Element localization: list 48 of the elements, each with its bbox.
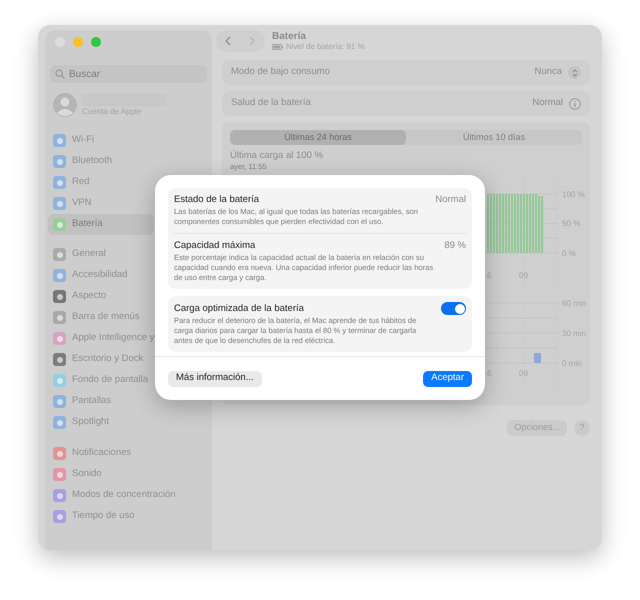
sidebar-item[interactable]: Modos de concentración xyxy=(48,485,181,506)
sidebar-item[interactable]: Barra de menús xyxy=(48,307,154,328)
battery-icon xyxy=(272,44,283,50)
setting-title: Carga optimizada de la batería xyxy=(174,302,305,314)
accept-button[interactable]: Aceptar xyxy=(423,370,472,386)
page-title: Batería xyxy=(272,30,307,42)
search-field[interactable]: Buscar xyxy=(50,65,207,83)
sidebar-item[interactable]: Wi-Fi xyxy=(48,130,154,151)
setting-value: 89 % xyxy=(444,240,466,252)
row-label: Modo de bajo consumo xyxy=(231,65,331,80)
more-info-button[interactable]: Más información... xyxy=(168,370,262,386)
search-icon xyxy=(55,69,65,79)
row-label: Salud de la batería xyxy=(231,96,312,110)
sidebar-item[interactable]: Accesibilidad xyxy=(48,265,154,286)
popup-value[interactable]: Nunca xyxy=(534,65,562,80)
search-input[interactable]: Buscar xyxy=(69,66,199,82)
stepper-button[interactable] xyxy=(568,66,581,79)
battery-level-bars-drawing xyxy=(487,194,543,253)
chevron-right-icon xyxy=(249,36,255,46)
sidebar-item[interactable]: Red xyxy=(48,172,154,193)
info-icon xyxy=(569,98,581,110)
help-button[interactable]: ? xyxy=(574,420,590,436)
sidebar-item[interactable]: VPN xyxy=(48,193,154,214)
sidebar-item[interactable]: Bluetooth xyxy=(48,151,154,172)
sidebar-item[interactable]: Escritorio y Dock xyxy=(48,349,154,370)
sidebar-item[interactable]: Sonido xyxy=(48,464,107,485)
window-control-button[interactable] xyxy=(73,37,83,47)
sidebar-item[interactable]: Tiempo de uso xyxy=(48,506,140,527)
sidebar-item[interactable]: General xyxy=(48,244,154,265)
segment-tab[interactable]: Últimas 24 horas xyxy=(230,130,406,145)
last-charge-label: Última carga al 100 % xyxy=(230,150,324,162)
window-control-button[interactable] xyxy=(91,37,101,47)
row-value: Normal xyxy=(532,96,563,110)
sidebar-item[interactable]: Aspecto xyxy=(48,286,154,307)
chevron-left-icon xyxy=(225,36,231,46)
sidebar-item[interactable]: Apple Intelligence y xyxy=(48,328,154,349)
sidebar-item[interactable]: Notificaciones xyxy=(48,443,136,464)
sidebar-item[interactable]: Spotlight xyxy=(48,412,154,433)
sidebar-item[interactable]: Fondo de pantalla xyxy=(48,370,154,391)
avatar-icon xyxy=(53,93,77,117)
sidebar-item[interactable]: Batería xyxy=(48,214,154,235)
sidebar-item[interactable]: Pantallas xyxy=(48,391,154,412)
toggle-switch[interactable] xyxy=(441,302,466,315)
setting-title: Estado de la batería xyxy=(174,194,260,206)
setting-value: Normal xyxy=(435,194,466,206)
up-down-chevron-icon xyxy=(572,68,578,76)
screen-time-bar xyxy=(534,353,541,363)
setting-title: Capacidad máxima xyxy=(174,240,256,252)
